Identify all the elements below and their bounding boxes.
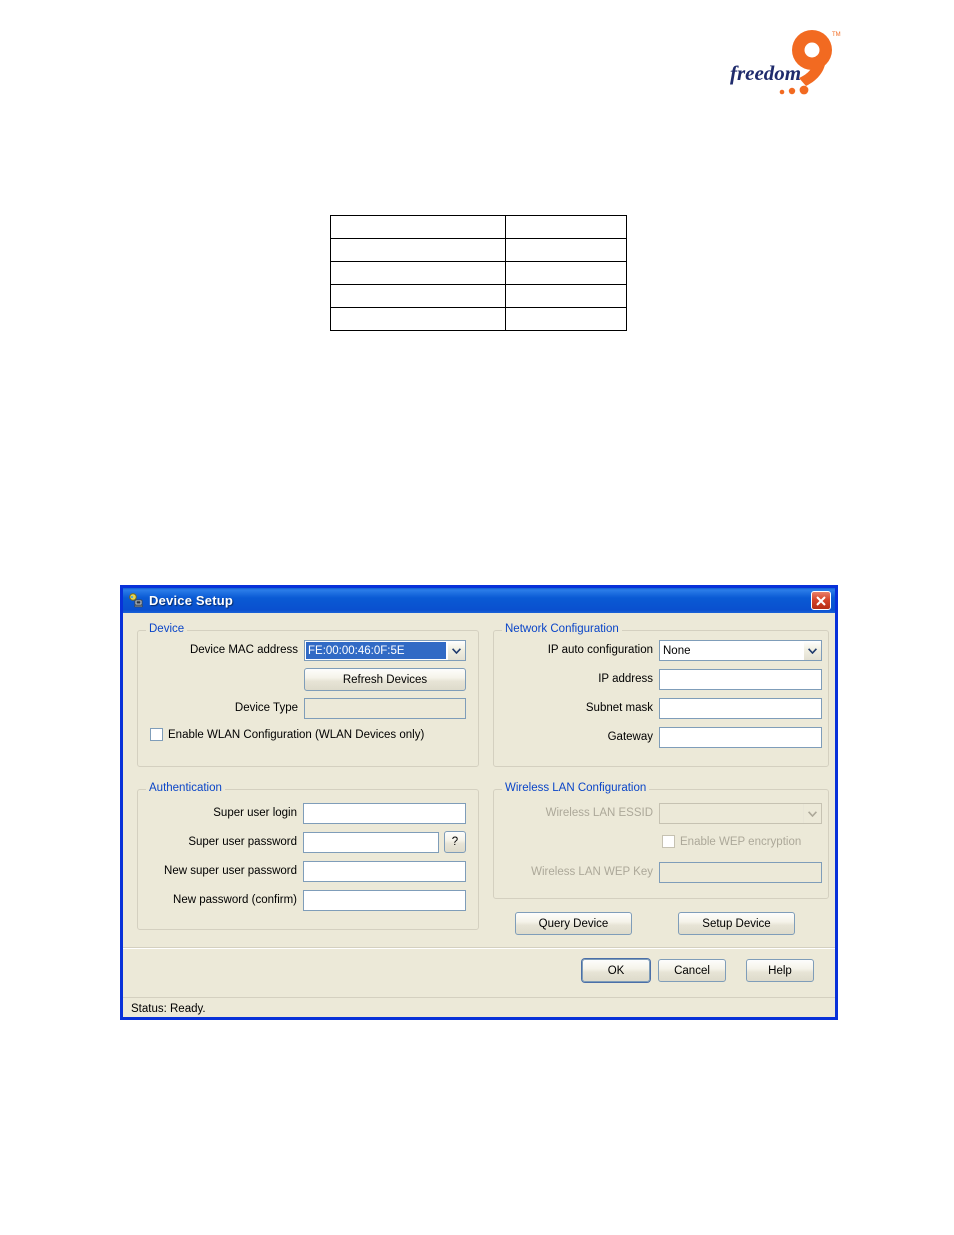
network-device-icon: [128, 592, 144, 609]
logo-dot-medium: [788, 87, 796, 95]
logo-trademark: TM: [832, 32, 841, 38]
logo-dot-large: [799, 85, 809, 95]
group-network-configuration: Network Configuration IP auto configurat…: [493, 623, 829, 767]
table-cell: [505, 238, 627, 262]
wireless-essid-label: Wireless LAN ESSID: [545, 807, 653, 819]
group-authentication-legend: Authentication: [146, 782, 225, 794]
checkbox-box: [662, 835, 675, 848]
device-type-value: [305, 699, 465, 705]
status-text: Status: Ready.: [131, 1003, 206, 1015]
setup-device-button[interactable]: Setup Device: [678, 912, 795, 935]
super-user-password-label: Super user password: [188, 836, 297, 848]
table-row: [330, 307, 627, 331]
gateway-value: [660, 728, 821, 734]
device-setup-dialog: Device Setup Device Device MAC address F…: [120, 585, 838, 1020]
dialog-title: Device Setup: [149, 593, 234, 608]
password-help-button[interactable]: ?: [444, 831, 466, 853]
group-wireless-legend: Wireless LAN Configuration: [502, 782, 650, 794]
subnet-mask-value: [660, 699, 821, 705]
group-device: Device Device MAC address FE:00:00:46:0F…: [137, 623, 479, 767]
query-device-button[interactable]: Query Device: [515, 912, 632, 935]
table-cell: [330, 238, 506, 262]
ip-address-label: IP address: [598, 673, 653, 685]
table-cell: [505, 307, 627, 331]
device-mac-label: Device MAC address: [189, 644, 298, 656]
checkbox-box: [150, 728, 163, 741]
wireless-wep-key-value: [660, 863, 821, 869]
status-bar: Status: Ready.: [123, 997, 835, 1020]
logo-wordmark: freedom: [730, 61, 801, 85]
super-user-password-field[interactable]: [303, 832, 439, 853]
close-icon[interactable]: [811, 591, 831, 610]
new-super-user-password-value: [304, 862, 465, 868]
logo-dot-small: [779, 89, 785, 95]
chevron-down-icon: [803, 804, 821, 823]
ip-auto-configuration-value: None: [663, 644, 691, 657]
wireless-essid-combobox: [659, 803, 822, 824]
wireless-wep-key-label: Wireless LAN WEP Key: [531, 866, 653, 878]
ip-address-value: [660, 670, 821, 676]
enable-wep-encryption-checkbox: Enable WEP encryption: [662, 835, 801, 848]
gateway-label: Gateway: [607, 731, 653, 743]
table-cell: [330, 261, 506, 285]
device-mac-combobox[interactable]: FE:00:00:46:0F:5E: [304, 640, 466, 661]
refresh-devices-button[interactable]: Refresh Devices: [304, 668, 466, 691]
super-user-login-label: Super user login: [213, 807, 297, 819]
ip-auto-configuration-combobox[interactable]: None: [659, 640, 822, 661]
ip-address-field[interactable]: [659, 669, 822, 690]
super-user-login-value: [304, 804, 465, 810]
new-super-user-password-label: New super user password: [164, 865, 297, 877]
ip-auto-configuration-label: IP auto configuration: [547, 644, 653, 656]
enable-wlan-configuration-checkbox[interactable]: Enable WLAN Configuration (WLAN Devices …: [150, 728, 424, 741]
table-cell: [330, 307, 506, 331]
wireless-wep-key-field: [659, 862, 822, 883]
help-button[interactable]: Help: [746, 959, 814, 982]
chevron-down-icon[interactable]: [447, 641, 465, 660]
subnet-mask-field[interactable]: [659, 698, 822, 719]
new-password-confirm-value: [304, 891, 465, 897]
wireless-essid-value: [660, 804, 803, 823]
table-row: [330, 238, 627, 262]
gateway-field[interactable]: [659, 727, 822, 748]
table-row: [330, 261, 627, 285]
enable-wlan-configuration-label: Enable WLAN Configuration (WLAN Devices …: [168, 728, 425, 741]
table-cell: [330, 284, 506, 308]
group-network-legend: Network Configuration: [502, 623, 622, 635]
table-cell: [505, 284, 627, 308]
table-row: [330, 215, 627, 239]
empty-data-table: [330, 215, 627, 331]
super-user-password-value: [304, 833, 438, 839]
new-super-user-password-field[interactable]: [303, 861, 466, 882]
subnet-mask-label: Subnet mask: [585, 702, 653, 714]
dialog-client-area: Device Device MAC address FE:00:00:46:0F…: [123, 613, 835, 1020]
footer-divider: [123, 947, 835, 949]
table-cell: [505, 261, 627, 285]
new-password-confirm-label: New password (confirm): [173, 894, 297, 906]
super-user-login-field[interactable]: [303, 803, 466, 824]
table-cell: [330, 215, 506, 239]
ok-button[interactable]: OK: [582, 959, 650, 982]
table-cell: [505, 215, 627, 239]
enable-wep-encryption-label: Enable WEP encryption: [680, 835, 802, 848]
dialog-titlebar[interactable]: Device Setup: [120, 585, 838, 613]
freedom9-logo: freedom TM: [728, 28, 846, 100]
device-mac-value: FE:00:00:46:0F:5E: [306, 642, 446, 659]
table-row: [330, 284, 627, 308]
cancel-button[interactable]: Cancel: [658, 959, 726, 982]
group-device-legend: Device: [146, 623, 188, 635]
group-wireless-lan-configuration: Wireless LAN Configuration Wireless LAN …: [493, 782, 829, 899]
device-type-field: [304, 698, 466, 719]
device-type-label: Device Type: [234, 702, 298, 714]
new-password-confirm-field[interactable]: [303, 890, 466, 911]
group-authentication: Authentication Super user login Super us…: [137, 782, 479, 930]
chevron-down-icon[interactable]: [803, 641, 821, 660]
table-body: [330, 215, 627, 331]
